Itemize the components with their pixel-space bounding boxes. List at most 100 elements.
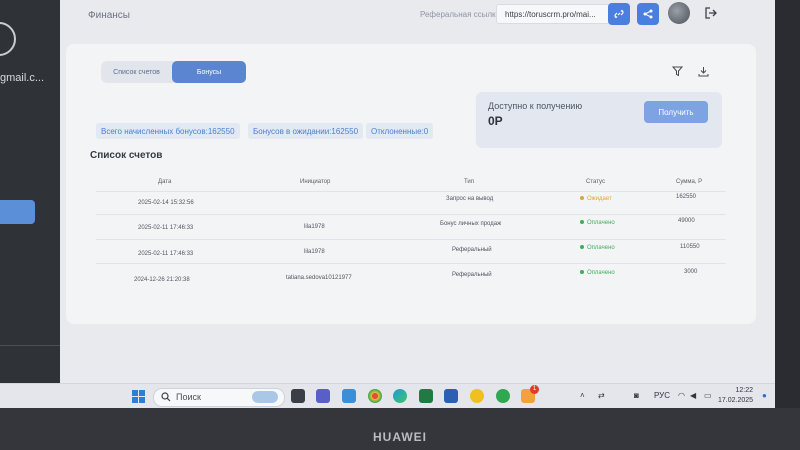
cell-initiator: lila1978 <box>304 249 325 255</box>
copy-link-button[interactable] <box>608 3 630 25</box>
avatar[interactable] <box>668 2 690 24</box>
notification-badge: 1 <box>530 385 539 394</box>
column-header-amount: Сумма, Р <box>676 179 703 185</box>
available-panel: Доступно к получению 0Р Получить <box>476 92 722 148</box>
cell-type: Запрос на вывод <box>446 196 494 202</box>
clock-time: 12:22 <box>735 387 754 394</box>
table-divider <box>96 214 726 215</box>
table-divider <box>96 191 726 192</box>
column-header-date: Дата <box>158 179 172 185</box>
status-text: Ожидает <box>587 196 612 202</box>
cell-initiator: lila1978 <box>304 224 325 230</box>
taskbar-search[interactable]: Поиск <box>153 388 285 407</box>
word-icon[interactable] <box>444 389 458 403</box>
status-text: Оплачено <box>587 220 615 226</box>
link-icon <box>614 9 624 19</box>
cell-date: 2024-12-26 21:20:38 <box>134 277 190 283</box>
share-button[interactable] <box>637 3 659 25</box>
finance-card: Список счетов Бонусы Доступно к получени… <box>66 44 756 324</box>
search-highlight-icon <box>252 391 278 403</box>
cell-initiator: tatiana.sedova10121977 <box>286 275 352 281</box>
search-placeholder: Поиск <box>176 392 201 402</box>
stat-pending-bonuses: Бонусов в ожидании:162550 <box>248 123 364 139</box>
cell-amount: 162550 <box>676 194 697 200</box>
chrome-icon[interactable] <box>368 389 382 403</box>
tab-switcher: Список счетов Бонусы <box>101 61 246 83</box>
logout-button[interactable] <box>704 6 718 25</box>
status-badge: Оплачено <box>580 220 615 226</box>
battery-icon[interactable]: ▭ <box>704 391 712 400</box>
filter-icon <box>671 66 684 77</box>
receive-button[interactable]: Получить <box>644 101 708 123</box>
start-button[interactable] <box>132 390 145 408</box>
browser-icon[interactable] <box>496 389 510 403</box>
taskbar: Поиск 1 ˄ ⇄ ◙ РУС ◠ ◀ ▭ 12:22 17.02.2025… <box>0 383 775 408</box>
tray-camera-icon[interactable]: ◙ <box>634 391 639 400</box>
stat-rejected: Отклоненные:0 <box>366 123 434 139</box>
tray-chevron-icon[interactable]: ˄ <box>580 391 585 400</box>
table-divider <box>96 239 726 240</box>
status-dot-icon <box>580 220 584 225</box>
sidebar-active-item[interactable] <box>0 200 35 224</box>
filter-button[interactable] <box>671 64 684 82</box>
sidebar-divider <box>0 345 60 346</box>
clock-date: 17.02.2025 <box>718 397 754 404</box>
available-value: 0Р <box>488 114 503 128</box>
top-bar: Финансы Реферальная ссылка https://torus… <box>60 0 775 40</box>
cell-date: 2025-02-14 15:32:56 <box>138 200 194 206</box>
cell-amount: 3000 <box>684 269 698 275</box>
photos-icon[interactable] <box>342 389 356 403</box>
excel-icon[interactable] <box>419 389 433 403</box>
status-badge: Ожидает <box>580 196 612 202</box>
column-header-initiator: Инициатор <box>300 179 331 185</box>
logout-icon <box>705 7 717 19</box>
status-dot-icon <box>580 270 584 275</box>
notes-icon[interactable]: 1 <box>521 385 539 403</box>
page-title: Финансы <box>88 10 130 21</box>
table-divider <box>96 263 726 264</box>
cell-date: 2025-02-11 17:46:33 <box>138 225 194 231</box>
tray-sync-icon[interactable]: ⇄ <box>598 391 605 400</box>
user-email: gmail.c... <box>0 72 45 84</box>
device-brand: HUAWEI <box>373 430 427 444</box>
status-dot-icon <box>580 245 584 250</box>
table-title: Список счетов <box>90 150 163 161</box>
main-content: Финансы Реферальная ссылка https://torus… <box>60 0 775 383</box>
download-icon <box>698 67 709 77</box>
available-label: Доступно к получению <box>488 101 583 111</box>
column-header-type: Тип <box>464 179 475 185</box>
download-button[interactable] <box>698 64 709 82</box>
screen: gmail.c... Финансы Реферальная ссылка ht… <box>0 0 775 408</box>
search-icon <box>161 392 171 402</box>
status-text: Оплачено <box>587 245 615 251</box>
profile-ring-icon <box>0 22 16 56</box>
windows-icon <box>132 390 145 403</box>
referral-label: Реферальная ссылка <box>420 10 501 19</box>
column-header-status: Статус <box>586 179 605 185</box>
cell-type: Бонус личных продаж <box>440 221 502 227</box>
status-badge: Оплачено <box>580 270 615 276</box>
status-text: Оплачено <box>587 270 615 276</box>
left-sidebar: gmail.c... <box>0 0 60 383</box>
cell-type: Реферальный <box>452 272 492 278</box>
share-icon <box>643 9 653 19</box>
task-view-icon[interactable] <box>291 389 305 403</box>
notifications-bell-icon[interactable]: ● <box>762 391 767 400</box>
yandex-icon[interactable] <box>470 389 484 403</box>
cell-amount: 49000 <box>678 218 695 224</box>
tab-bonuses[interactable]: Бонусы <box>172 61 246 83</box>
clock[interactable]: 12:22 17.02.2025 <box>718 386 753 406</box>
tab-invoices[interactable]: Список счетов <box>101 61 172 83</box>
status-badge: Оплачено <box>580 245 615 251</box>
cell-amount: 110550 <box>680 244 700 250</box>
volume-icon[interactable]: ◀ <box>690 391 696 400</box>
status-dot-icon <box>580 196 584 201</box>
wifi-icon[interactable]: ◠ <box>678 391 685 400</box>
cell-date: 2025-02-11 17:46:33 <box>138 251 194 257</box>
edge-icon[interactable] <box>393 389 407 403</box>
cell-type: Реферальный <box>452 247 492 253</box>
input-language[interactable]: РУС <box>654 391 670 400</box>
referral-link-field[interactable]: https://toruscrm.pro/mai... <box>496 4 626 24</box>
stat-total-bonuses: Всего начисленных бонусов:162550 <box>96 123 240 139</box>
teams-icon[interactable] <box>316 389 330 403</box>
